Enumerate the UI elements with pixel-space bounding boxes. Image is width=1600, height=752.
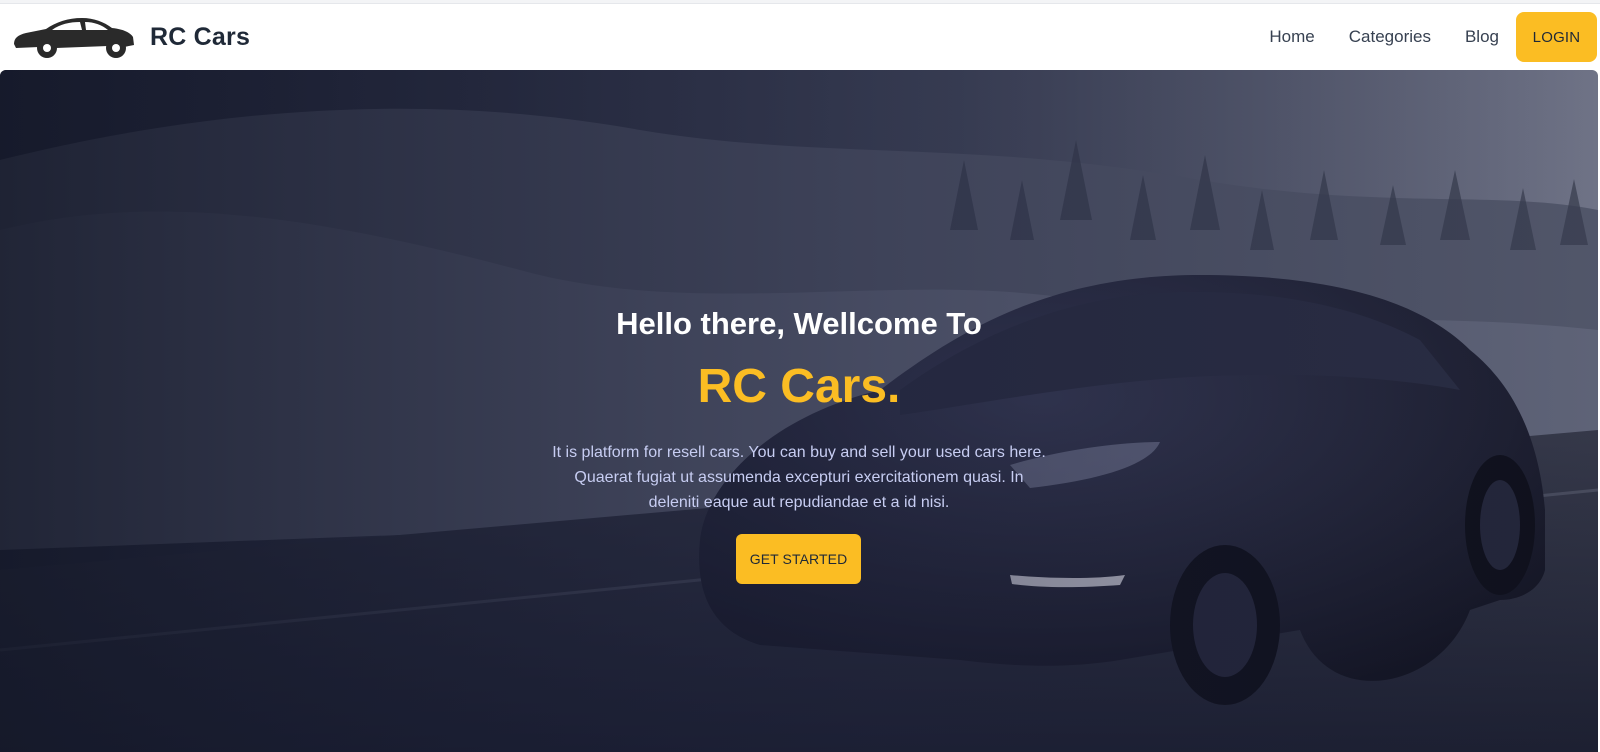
hero-title: RC Cars. xyxy=(697,360,901,413)
hero-section: Hello there, Wellcome To RC Cars. It is … xyxy=(0,70,1598,752)
hero-greeting: Hello there, Wellcome To xyxy=(616,306,982,341)
nav-item-home[interactable]: Home xyxy=(1252,27,1331,47)
brand-name: RC Cars xyxy=(150,22,251,51)
nav-item-categories[interactable]: Categories xyxy=(1332,27,1448,47)
nav-item-blog[interactable]: Blog xyxy=(1448,27,1516,47)
main-nav: Home Categories Blog LOGIN xyxy=(1252,4,1600,70)
hero-description: It is platform for resell cars. You can … xyxy=(552,444,1046,511)
brand-link[interactable]: RC Cars xyxy=(0,4,250,70)
hero-content: Hello there, Wellcome To RC Cars. It is … xyxy=(0,70,1598,752)
get-started-button[interactable]: GET STARTED xyxy=(736,534,861,584)
login-button[interactable]: LOGIN xyxy=(1516,12,1597,62)
car-logo-icon xyxy=(12,14,136,60)
navbar: RC Cars Home Categories Blog LOGIN xyxy=(0,4,1600,70)
